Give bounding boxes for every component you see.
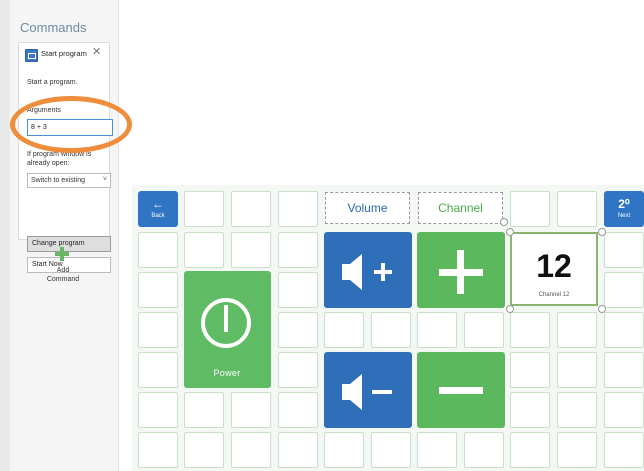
volume-down-icon (342, 374, 392, 410)
command-title: Start program (41, 49, 87, 58)
channel-caption: Channel 12 (538, 292, 570, 298)
grid-cell[interactable] (557, 392, 597, 428)
add-command-button[interactable]: Add Command (30, 266, 96, 284)
grid-cell[interactable] (464, 432, 504, 468)
panel-title: Commands (20, 20, 87, 35)
grid-cell[interactable] (278, 232, 318, 268)
grid-cell[interactable] (138, 312, 178, 348)
grid-cell[interactable] (510, 312, 550, 348)
channel-down-button[interactable] (417, 352, 505, 428)
select-value: Switch to existing (31, 177, 86, 184)
grid-cell[interactable] (278, 432, 318, 468)
grid-cell[interactable] (557, 432, 597, 468)
left-edge-bar (0, 0, 10, 471)
grid-cell[interactable] (138, 392, 178, 428)
grid-cell[interactable] (557, 352, 597, 388)
add-command-label-line1: Add (56, 267, 70, 274)
resize-handle-top-left[interactable] (506, 228, 514, 236)
next-label: Next (617, 213, 631, 219)
grid-cell[interactable] (371, 432, 411, 468)
highlight-circle (10, 96, 132, 153)
grid-cell[interactable] (324, 432, 364, 468)
resize-handle-top-right[interactable] (598, 228, 606, 236)
power-label: Power (213, 368, 241, 378)
back-arrow-icon: ← (152, 197, 164, 211)
grid-cell[interactable] (184, 392, 224, 428)
grid-cell[interactable] (604, 272, 644, 308)
grid-cell[interactable] (510, 432, 550, 468)
resize-handle-bottom-right[interactable] (598, 305, 606, 313)
grid-cell[interactable] (278, 312, 318, 348)
back-label: Back (151, 213, 165, 219)
grid-cell[interactable] (278, 352, 318, 388)
grid-cell[interactable] (510, 352, 550, 388)
grid-cell[interactable] (138, 432, 178, 468)
volume-up-button[interactable] (324, 232, 412, 308)
grid-cell[interactable] (184, 432, 224, 468)
grid-cell[interactable] (557, 312, 597, 348)
resize-handle-bottom-left[interactable] (506, 305, 514, 313)
grid-cell[interactable] (184, 232, 224, 268)
grid-cell[interactable] (371, 312, 411, 348)
next-button[interactable]: 2⁰ Next (604, 191, 644, 227)
change-program-button[interactable]: Change program (27, 236, 111, 252)
command-description: Start a program. (27, 79, 78, 86)
volume-label-cell[interactable]: Volume (325, 192, 410, 224)
window-mode-select[interactable]: Switch to existing ˅ (27, 173, 111, 188)
grid-cell[interactable] (231, 432, 271, 468)
volume-down-button[interactable] (324, 352, 412, 428)
channel-display[interactable]: 12 Channel 12 (510, 232, 598, 306)
back-button[interactable]: ← Back (138, 191, 178, 227)
channel-up-button[interactable] (417, 232, 505, 308)
add-command-label-line2: Command (46, 276, 80, 283)
grid-cell[interactable] (231, 232, 271, 268)
grid-cell[interactable] (604, 432, 644, 468)
grid-cell[interactable] (510, 392, 550, 428)
grid-cell[interactable] (417, 432, 457, 468)
option-label-line2: already open: (27, 160, 70, 167)
grid-cell[interactable] (184, 191, 224, 227)
grid-cell[interactable] (138, 232, 178, 268)
grid-cell[interactable] (231, 191, 271, 227)
program-window-icon (25, 49, 38, 62)
volume-up-icon (342, 254, 392, 290)
grid-cell[interactable] (604, 352, 644, 388)
grid-cell[interactable] (324, 312, 364, 348)
plus-icon[interactable] (55, 247, 69, 261)
grid-cell[interactable] (557, 191, 597, 227)
grid-cell[interactable] (231, 392, 271, 428)
grid-cell[interactable] (417, 312, 457, 348)
grid-cell[interactable] (138, 352, 178, 388)
commands-panel: Commands Start program ✕ Start a program… (0, 0, 119, 471)
grid-cell[interactable] (510, 191, 550, 227)
channel-number: 12 (536, 248, 572, 284)
power-icon-line (224, 305, 228, 332)
grid-cell[interactable] (138, 272, 178, 308)
grid-cell[interactable] (604, 312, 644, 348)
grid-cell[interactable] (464, 312, 504, 348)
close-icon[interactable]: ✕ (92, 47, 101, 58)
next-symbol: 2⁰ (618, 197, 630, 211)
grid-cell[interactable] (604, 392, 644, 428)
channel-label-cell[interactable]: Channel (418, 192, 503, 224)
grid-cell[interactable] (278, 272, 318, 308)
resize-handle-outer[interactable] (500, 218, 508, 226)
grid-cell[interactable] (278, 392, 318, 428)
grid-cell[interactable] (278, 191, 318, 227)
power-button[interactable]: Power (184, 271, 271, 388)
grid-cell[interactable] (604, 232, 644, 268)
chevron-down-icon: ˅ (102, 176, 107, 183)
